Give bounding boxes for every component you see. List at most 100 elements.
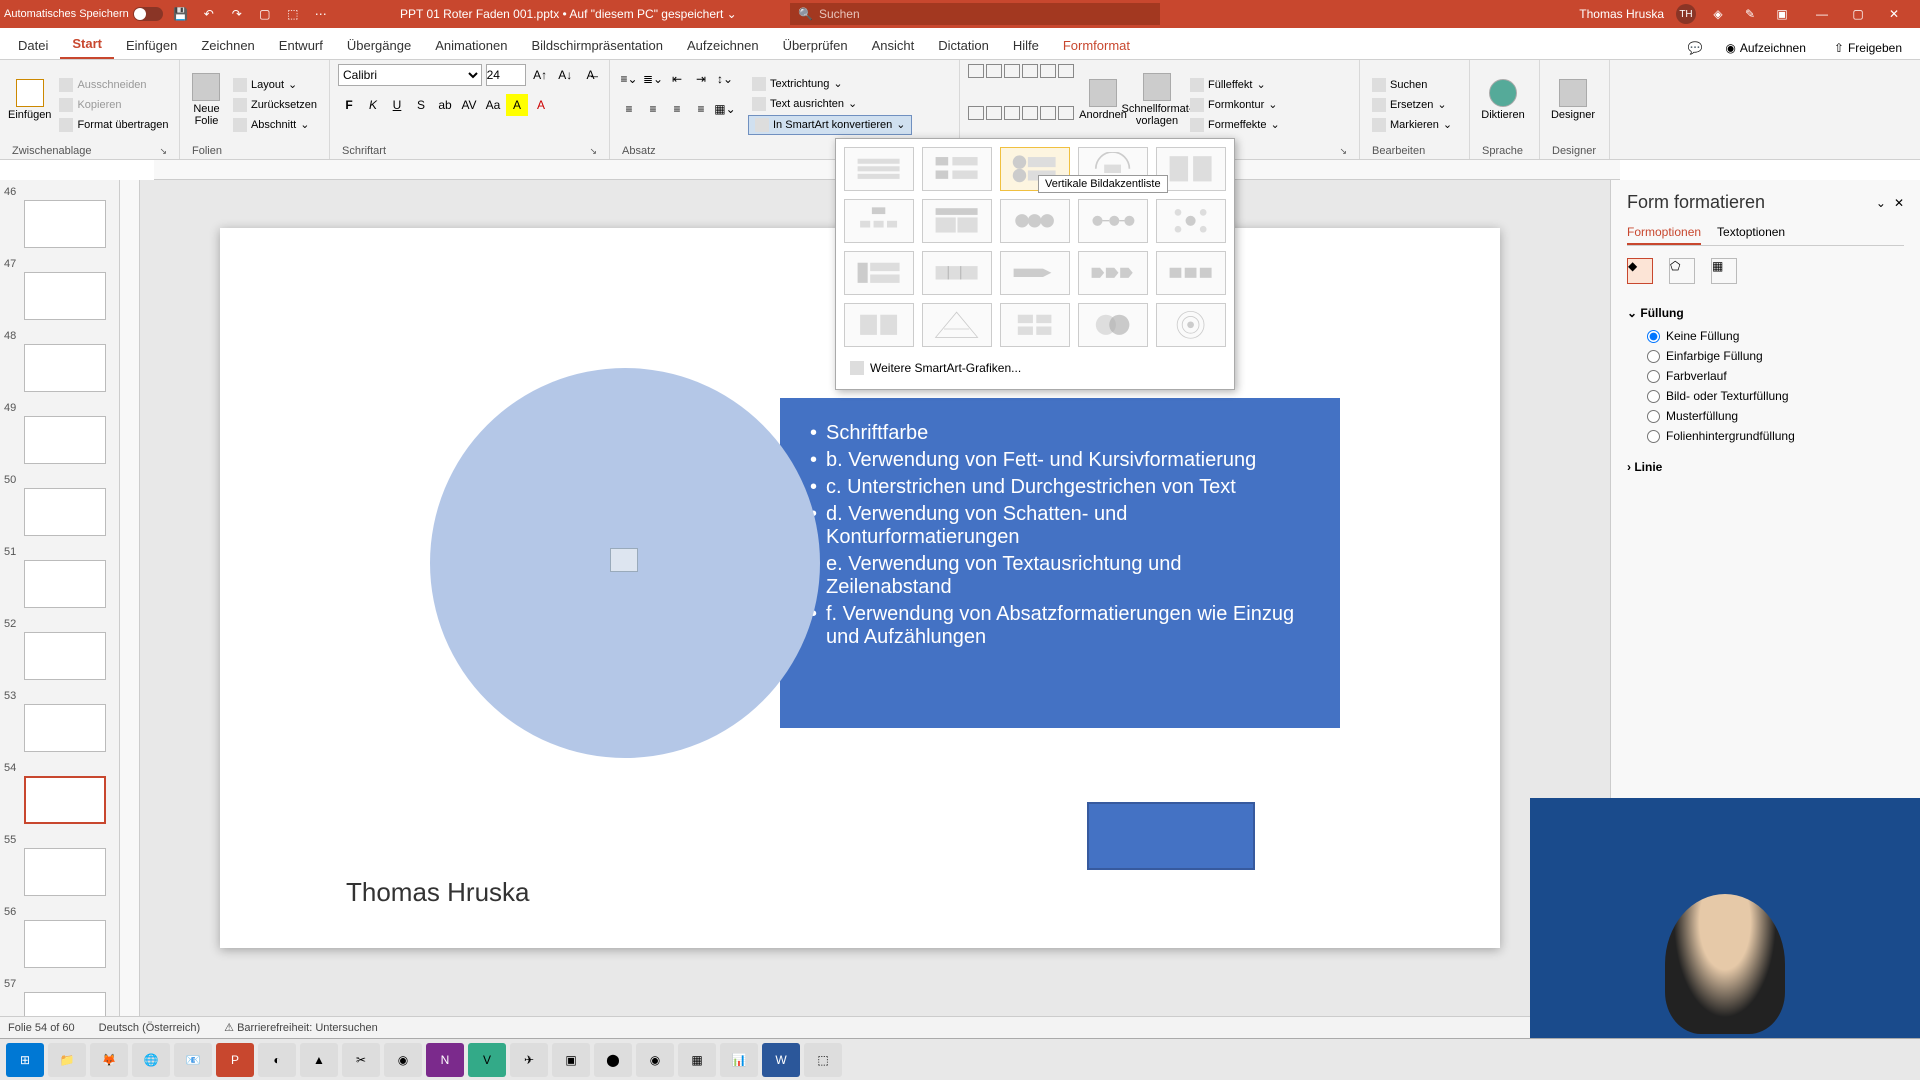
align-left-button[interactable]: ≡ [618,98,640,120]
tab-aufzeichnen[interactable]: Aufzeichnen [675,32,771,59]
app7-icon[interactable]: ⬚ [804,1043,842,1077]
app5-icon[interactable]: ▦ [678,1043,716,1077]
replace-button[interactable]: Ersetzen ⌄ [1368,96,1456,114]
quickstyles-button[interactable]: Schnellformat- vorlagen [1132,64,1182,136]
smartart-option-11[interactable] [844,251,914,295]
size-pane-icon[interactable]: ▦ [1711,258,1737,284]
diamond-icon[interactable]: ◈ [1708,4,1728,24]
user-avatar[interactable]: TH [1676,4,1696,24]
drawing-launcher[interactable]: ↘ [1339,146,1347,157]
thumb-54[interactable]: 54 [4,760,115,824]
slide-text-box[interactable]: Schriftfarbe b. Verwendung von Fett- und… [780,398,1340,728]
slide-counter[interactable]: Folie 54 of 60 [8,1022,75,1034]
italic-button[interactable]: K [362,94,384,116]
copy-button[interactable]: Kopieren [55,96,172,114]
align-center-button[interactable]: ≡ [642,98,664,120]
powerpoint-icon[interactable]: P [216,1043,254,1077]
outlook-icon[interactable]: 📧 [174,1043,212,1077]
tab-einfuegen[interactable]: Einfügen [114,32,189,59]
app3-icon[interactable]: ▣ [552,1043,590,1077]
touch-icon[interactable]: ⬚ [283,4,303,24]
file-title[interactable]: PPT 01 Roter Faden 001.pptx • Auf "diese… [400,7,737,21]
pane-close-icon[interactable]: ✕ [1894,196,1904,210]
dec-indent-button[interactable]: ⇤ [666,68,688,90]
bullets-button[interactable]: ≡⌄ [618,68,640,90]
shapes-gallery[interactable] [968,64,1074,145]
autosave-toggle[interactable]: Automatisches Speichern [4,7,163,21]
find-button[interactable]: Suchen [1368,76,1456,94]
shape-more-icon[interactable] [1058,64,1074,78]
section-button[interactable]: Abschnitt ⌄ [229,116,321,134]
pane-options-icon[interactable]: ⌄ [1876,196,1886,210]
word-icon[interactable]: W [762,1043,800,1077]
thumb-48[interactable]: 48 [4,328,115,392]
smartart-option-1[interactable] [844,147,914,191]
picture-placeholder-icon[interactable] [610,548,638,572]
fill-none-radio[interactable]: Keine Füllung [1627,326,1904,346]
shape-rrect-icon[interactable] [1040,64,1056,78]
tab-dictation[interactable]: Dictation [926,32,1001,59]
fill-pattern-radio[interactable]: Musterfüllung [1627,406,1904,426]
fill-slide-bg-radio[interactable]: Folienhintergrundfüllung [1627,426,1904,446]
fill-gradient-radio[interactable]: Farbverlauf [1627,366,1904,386]
smartart-option-20[interactable] [1156,303,1226,347]
share-button[interactable]: ⇧ Freigeben [1826,37,1910,59]
user-name[interactable]: Thomas Hruska [1579,7,1664,21]
select-button[interactable]: Markieren ⌄ [1368,116,1456,134]
new-slide-button[interactable]: Neue Folie [188,64,225,136]
tab-ansicht[interactable]: Ansicht [860,32,927,59]
shape-text-icon[interactable] [1004,106,1020,120]
align-right-button[interactable]: ≡ [666,98,688,120]
highlight-button[interactable]: A [506,94,528,116]
pane-tab-form[interactable]: Formoptionen [1627,221,1701,245]
shape-curve-icon[interactable] [986,106,1002,120]
font-color-button[interactable]: A [530,94,552,116]
shape-line-icon[interactable] [968,64,984,78]
spacing-button[interactable]: AV [458,94,480,116]
bold-button[interactable]: F [338,94,360,116]
explorer-icon[interactable]: 📁 [48,1043,86,1077]
shape-effects-button[interactable]: Formeffekte ⌄ [1186,116,1284,134]
text-direction-button[interactable]: Textrichtung ⌄ [748,75,912,93]
close-button[interactable]: ✕ [1876,0,1912,28]
shape-brace2-icon[interactable] [1040,106,1056,120]
tab-zeichnen[interactable]: Zeichnen [189,32,266,59]
slideshow-icon[interactable]: ▢ [255,4,275,24]
thumb-53[interactable]: 53 [4,688,115,752]
start-button[interactable]: ⊞ [6,1043,44,1077]
fill-line-icon[interactable]: ◆ [1627,258,1653,284]
shape-outline-button[interactable]: Formkontur ⌄ [1186,96,1284,114]
clipboard-launcher[interactable]: ↘ [159,146,167,157]
smartart-convert-button[interactable]: In SmartArt konvertieren ⌄ [748,115,912,135]
underline-button[interactable]: U [386,94,408,116]
tab-start[interactable]: Start [60,30,114,59]
comments-icon[interactable]: 💬 [1685,38,1705,58]
smartart-option-16[interactable] [844,303,914,347]
cut-button[interactable]: Ausschneiden [55,76,172,94]
smartart-option-9[interactable] [1078,199,1148,243]
smartart-option-6[interactable] [844,199,914,243]
effects-pane-icon[interactable]: ⬠ [1669,258,1695,284]
tab-datei[interactable]: Datei [6,32,60,59]
shape-oval-icon[interactable] [1022,64,1038,78]
smartart-option-18[interactable] [1000,303,1070,347]
thumbnail-panel[interactable]: 46 47 48 49 50 51 52 53 54 55 56 57 58 5… [0,180,120,1060]
shape-arrow-icon[interactable] [986,64,1002,78]
save-icon[interactable]: 💾 [171,4,191,24]
pen-icon[interactable]: ✎ [1740,4,1760,24]
fill-picture-radio[interactable]: Bild- oder Texturfüllung [1627,386,1904,406]
maximize-button[interactable]: ▢ [1840,0,1876,28]
font-launcher[interactable]: ↘ [589,146,597,157]
line-section-header[interactable]: › Linie [1627,454,1904,480]
smartart-option-2[interactable] [922,147,992,191]
undo-icon[interactable]: ↶ [199,4,219,24]
align-text-button[interactable]: Text ausrichten ⌄ [748,95,912,113]
layout-button[interactable]: Layout ⌄ [229,76,321,94]
tab-ueberpruefen[interactable]: Überprüfen [771,32,860,59]
smartart-option-14[interactable] [1078,251,1148,295]
search-box[interactable]: 🔍 [790,3,1160,25]
vscode-icon[interactable]: V [468,1043,506,1077]
app2-icon[interactable]: ◉ [384,1043,422,1077]
tab-bildschirm[interactable]: Bildschirmpräsentation [519,32,675,59]
app4-icon[interactable]: ◉ [636,1043,674,1077]
